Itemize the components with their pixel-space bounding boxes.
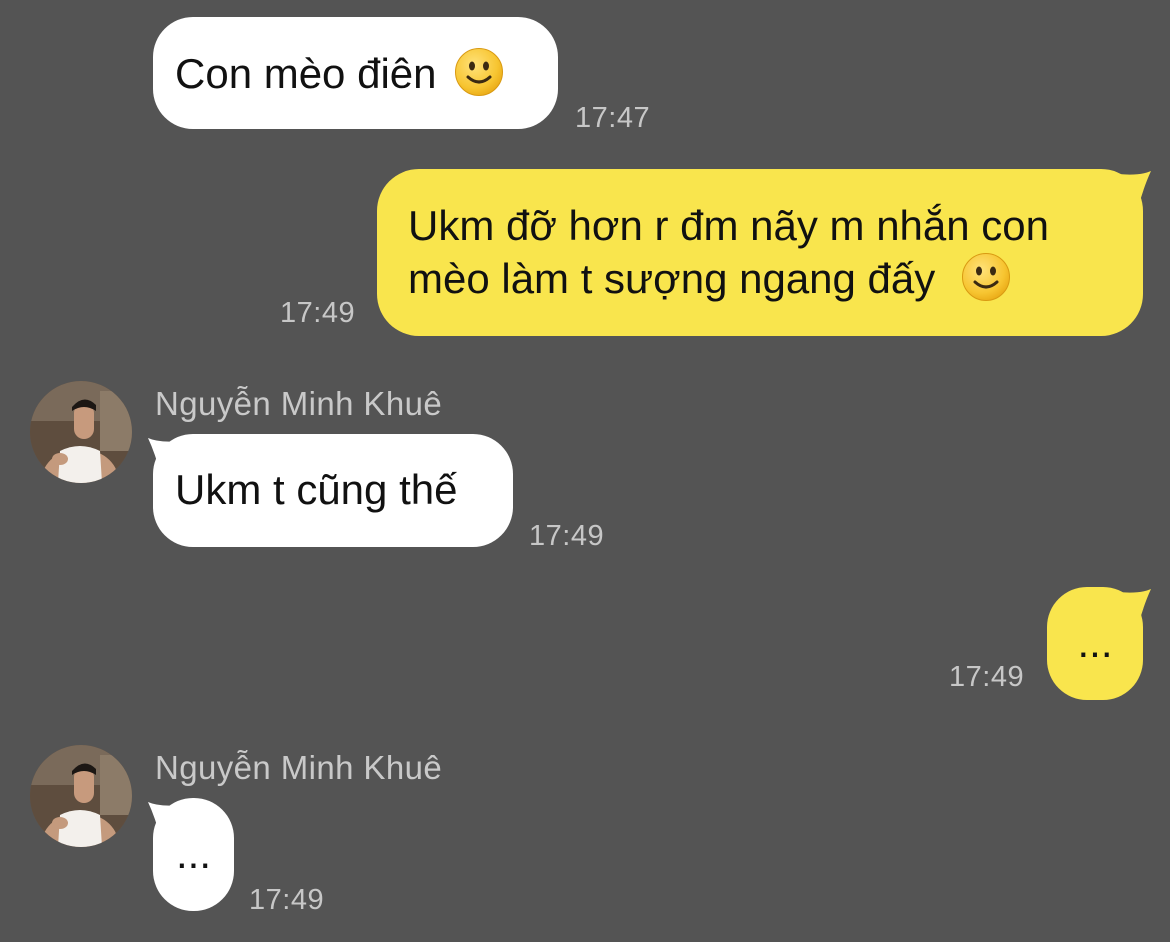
bubble-tail [1118,171,1151,208]
message-text: ... [175,830,211,877]
message-bubble-incoming[interactable]: Ukm t cũng thế [153,434,513,547]
message-timestamp: 17:47 [575,102,651,134]
message-text-line: Ukm đỡ hơn r đm nãy m nhắn con [408,202,1050,249]
slightly-smiling-face-icon [961,253,1010,301]
avatar[interactable] [30,381,132,483]
sender-name: Nguyễn Minh Khuê [155,385,443,422]
message-timestamp: 17:49 [949,661,1025,693]
message-bubble-incoming[interactable]: ... [153,798,234,911]
slightly-smiling-face-icon [455,48,504,96]
message-bubble-outgoing[interactable]: Ukm đỡ hơn r đm nãy m nhắn con mèo làm t… [377,169,1143,336]
avatar[interactable] [30,745,132,847]
message-text-line: mèo làm t sượng ngang đấy [408,255,936,302]
person-photo-icon [30,381,132,483]
bubble-tail [1118,589,1151,626]
person-photo-icon [30,745,132,847]
message-text: Ukm t cũng thế [175,466,458,513]
message-timestamp: 17:49 [529,520,605,552]
message-text: Con mèo điên [175,50,437,97]
message-bubble-incoming[interactable]: Con mèo điên [153,17,558,129]
message-timestamp: 17:49 [249,884,325,916]
sender-name: Nguyễn Minh Khuê [155,749,443,786]
message-text: ... [1077,619,1113,666]
message-timestamp: 17:49 [280,297,356,329]
